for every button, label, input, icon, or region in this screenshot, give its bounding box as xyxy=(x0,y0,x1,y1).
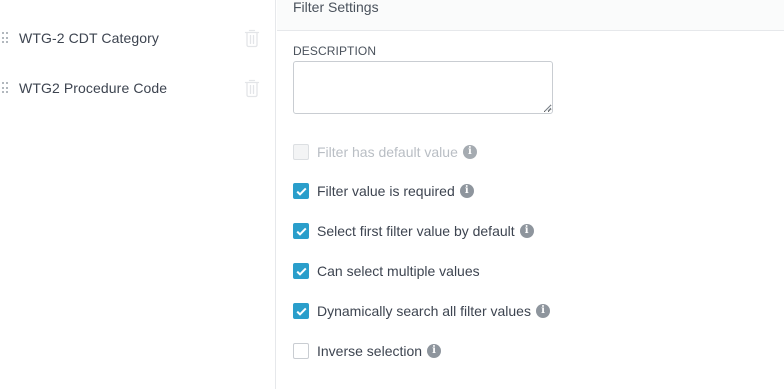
filter-item-label: WTG-2 CDT Category xyxy=(19,30,160,46)
option-select-first[interactable]: Select first filter value by default i xyxy=(293,221,534,241)
panel-title: Filter Settings xyxy=(293,0,379,15)
option-multiple-values[interactable]: Can select multiple values xyxy=(293,261,480,281)
checkmark-icon xyxy=(296,267,307,276)
trash-icon[interactable] xyxy=(244,78,260,98)
description-textarea[interactable] xyxy=(293,61,553,114)
trash-icon[interactable] xyxy=(244,28,260,48)
info-icon[interactable]: i xyxy=(427,344,442,358)
checkmark-icon xyxy=(296,307,307,316)
info-icon[interactable]: i xyxy=(519,224,534,238)
description-label: DESCRIPTION xyxy=(293,44,377,58)
checkbox-inverse-selection[interactable] xyxy=(293,343,309,359)
filter-list-item[interactable]: WTG2 Procedure Code xyxy=(0,68,276,108)
checkbox-dynamic-search[interactable] xyxy=(293,303,309,319)
info-icon[interactable]: i xyxy=(535,304,550,318)
filter-item-label: WTG2 Procedure Code xyxy=(19,80,168,96)
option-label: Filter has default value xyxy=(317,144,458,160)
option-label: Filter value is required xyxy=(317,183,455,199)
checkbox-multiple-values[interactable] xyxy=(293,263,309,279)
filters-list-panel: WTG-2 CDT Category WTG2 Procedure Code xyxy=(0,0,276,389)
checkmark-icon xyxy=(296,187,307,196)
filter-list-item[interactable]: WTG-2 CDT Category xyxy=(0,18,276,58)
checkmark-icon xyxy=(296,227,307,236)
drag-handle-icon[interactable] xyxy=(2,32,8,44)
option-default-value[interactable]: Filter has default value i xyxy=(293,142,477,162)
option-value-required[interactable]: Filter value is required i xyxy=(293,181,474,201)
checkbox-select-first[interactable] xyxy=(293,223,309,239)
info-icon[interactable]: i xyxy=(462,145,477,159)
option-label: Can select multiple values xyxy=(317,263,480,279)
filter-settings-panel: Filter Settings DESCRIPTION Filter has d… xyxy=(277,0,784,389)
option-dynamic-search[interactable]: Dynamically search all filter values i xyxy=(293,301,550,321)
checkbox-default-value[interactable] xyxy=(293,144,309,160)
panel-header: Filter Settings xyxy=(277,0,784,31)
option-label: Inverse selection xyxy=(317,343,423,359)
checkbox-value-required[interactable] xyxy=(293,183,309,199)
option-label: Select first filter value by default xyxy=(317,223,515,239)
option-label: Dynamically search all filter values xyxy=(317,303,531,319)
info-icon[interactable]: i xyxy=(459,184,474,198)
option-inverse-selection[interactable]: Inverse selection i xyxy=(293,341,442,361)
drag-handle-icon[interactable] xyxy=(2,82,8,94)
